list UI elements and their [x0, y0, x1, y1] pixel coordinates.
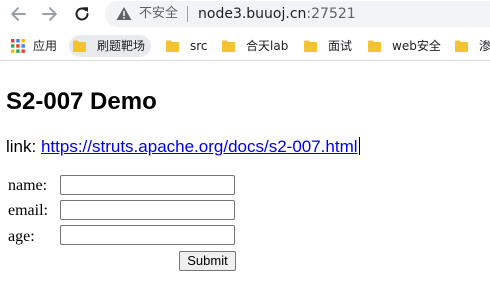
folder-icon — [73, 40, 86, 52]
submit-button[interactable]: Submit — [179, 251, 236, 271]
folder-icon — [455, 40, 468, 52]
url-host: node3.buuoj.cn — [198, 6, 307, 22]
bookmarks-bar: 应用 刷题靶场 src 合天lab 面试 web安全 渗 — [0, 31, 490, 61]
forward-button[interactable] — [40, 4, 60, 24]
text-cursor — [358, 137, 360, 155]
reload-icon — [75, 7, 89, 21]
bookmark-folder-shen[interactable]: 渗 — [455, 35, 490, 57]
bookmark-label: 刷题靶场 — [97, 39, 146, 53]
s2-007-docs-link[interactable]: https://struts.apache.org/docs/s2-007.ht… — [41, 137, 358, 156]
bookmark-label: 合天lab — [246, 39, 289, 53]
bookmark-folder-websec[interactable]: web安全 — [368, 35, 441, 57]
link-line: link: https://struts.apache.org/docs/s2-… — [6, 137, 360, 157]
page-title: S2-007 Demo — [6, 88, 157, 115]
name-field[interactable] — [60, 175, 235, 195]
address-separator — [187, 6, 188, 22]
name-label: name: — [8, 177, 48, 194]
email-field[interactable] — [60, 200, 235, 220]
bookmark-label: web安全 — [392, 39, 441, 53]
folder-icon — [166, 40, 179, 52]
folder-icon — [304, 40, 317, 52]
back-arrow-icon — [11, 7, 26, 21]
forward-arrow-icon — [42, 7, 57, 21]
url-port: :27521 — [306, 6, 356, 22]
bookmark-folder-mianshi[interactable]: 面试 — [304, 35, 352, 57]
reload-button[interactable] — [72, 4, 92, 24]
browser-toolbar: 不安全 node3.buuoj.cn:27521 — [0, 0, 490, 30]
bookmark-label: 应用 — [33, 39, 58, 53]
address-bar[interactable]: 不安全 node3.buuoj.cn:27521 — [105, 1, 490, 27]
bookmark-label: 渗 — [479, 39, 490, 53]
age-label: age: — [8, 228, 35, 245]
bookmark-label: src — [190, 39, 208, 53]
link-prefix: link: — [6, 137, 41, 156]
email-label: email: — [8, 202, 48, 219]
bookmark-label: 面试 — [328, 39, 353, 53]
bookmark-folder-src[interactable]: src — [166, 35, 208, 57]
warning-icon — [116, 7, 132, 20]
bookmark-folder-hetian[interactable]: 合天lab — [222, 35, 288, 57]
page-content: S2-007 Demo link: https://struts.apache.… — [0, 61, 490, 308]
security-status-label[interactable]: 不安全 — [139, 6, 178, 22]
folder-icon — [368, 40, 381, 52]
bookmark-folder-shuati[interactable]: 刷题靶场 — [69, 35, 152, 57]
folder-icon — [222, 40, 235, 52]
apps-grid-icon — [11, 39, 25, 53]
back-button[interactable] — [8, 4, 28, 24]
url-text[interactable]: node3.buuoj.cn:27521 — [198, 5, 356, 23]
bookmark-apps[interactable]: 应用 — [11, 35, 57, 57]
age-field[interactable] — [60, 225, 235, 245]
